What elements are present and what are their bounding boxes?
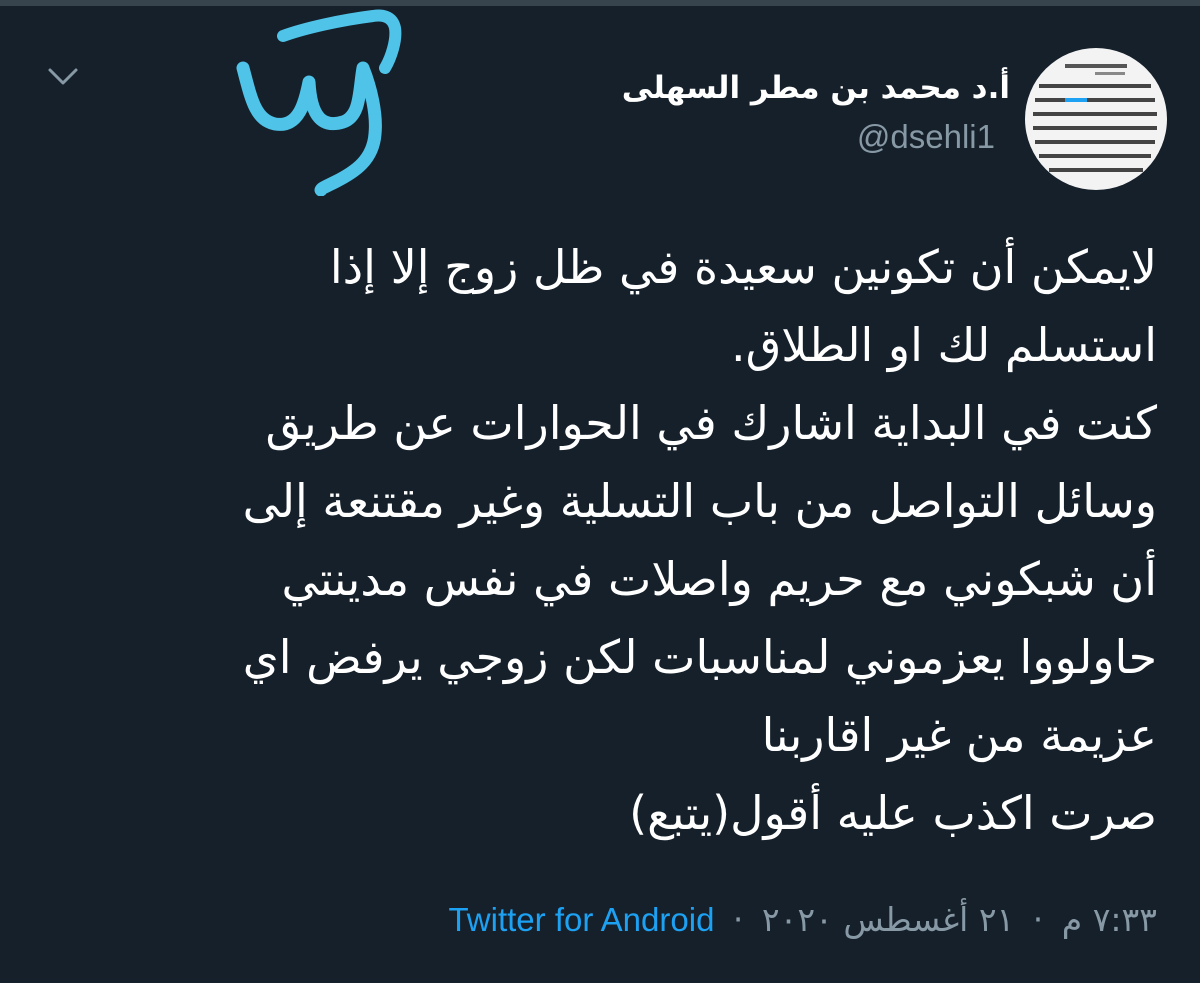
avatar-image: [1033, 64, 1157, 172]
tweet-line: حاولووا يعزموني لمناسبات لكن زوجي يرفض ا…: [242, 630, 1157, 684]
handwritten-annotation: [236, 9, 402, 196]
meta-separator: ·: [732, 900, 744, 939]
tweet-meta: ٧:٣٣ م · ٢١ أغسطس ٢٠٢٠ · Twitter for And…: [448, 900, 1157, 939]
tweet-source-link[interactable]: Twitter for Android: [448, 901, 714, 938]
top-divider: [0, 0, 1200, 6]
tweet-text: لايمكن أن تكونين سعيدة في ظل زوج إلا إذا…: [87, 228, 1157, 852]
tweet-line: صرت اكذب عليه أقول(يتبع): [629, 786, 1157, 840]
meta-separator: ·: [1032, 900, 1044, 939]
tweet-line: استسلم لك او الطلاق.: [730, 318, 1157, 372]
avatar[interactable]: [1025, 48, 1167, 190]
tweet-time: ٧:٣٣ م: [1061, 900, 1157, 939]
tweet-line: أن شبكوني مع حريم واصلات في نفس مدينتي: [281, 552, 1157, 606]
user-handle[interactable]: @dsehli1: [857, 118, 995, 156]
tweet-date: ٢١ أغسطس ٢٠٢٠: [761, 900, 1015, 939]
tweet-line: لايمكن أن تكونين سعيدة في ظل زوج إلا إذا: [329, 240, 1157, 294]
display-name[interactable]: أ.د محمد بن مطر السهلى: [622, 70, 1010, 106]
tweet-line: كنت في البداية اشارك في الحوارات عن طريق: [265, 396, 1157, 450]
chevron-down-icon[interactable]: [42, 58, 84, 94]
tweet-line: عزيمة من غير اقاربنا: [761, 708, 1157, 762]
tweet-line: وسائل التواصل من باب التسلية وغير مقتنعة…: [242, 474, 1157, 528]
